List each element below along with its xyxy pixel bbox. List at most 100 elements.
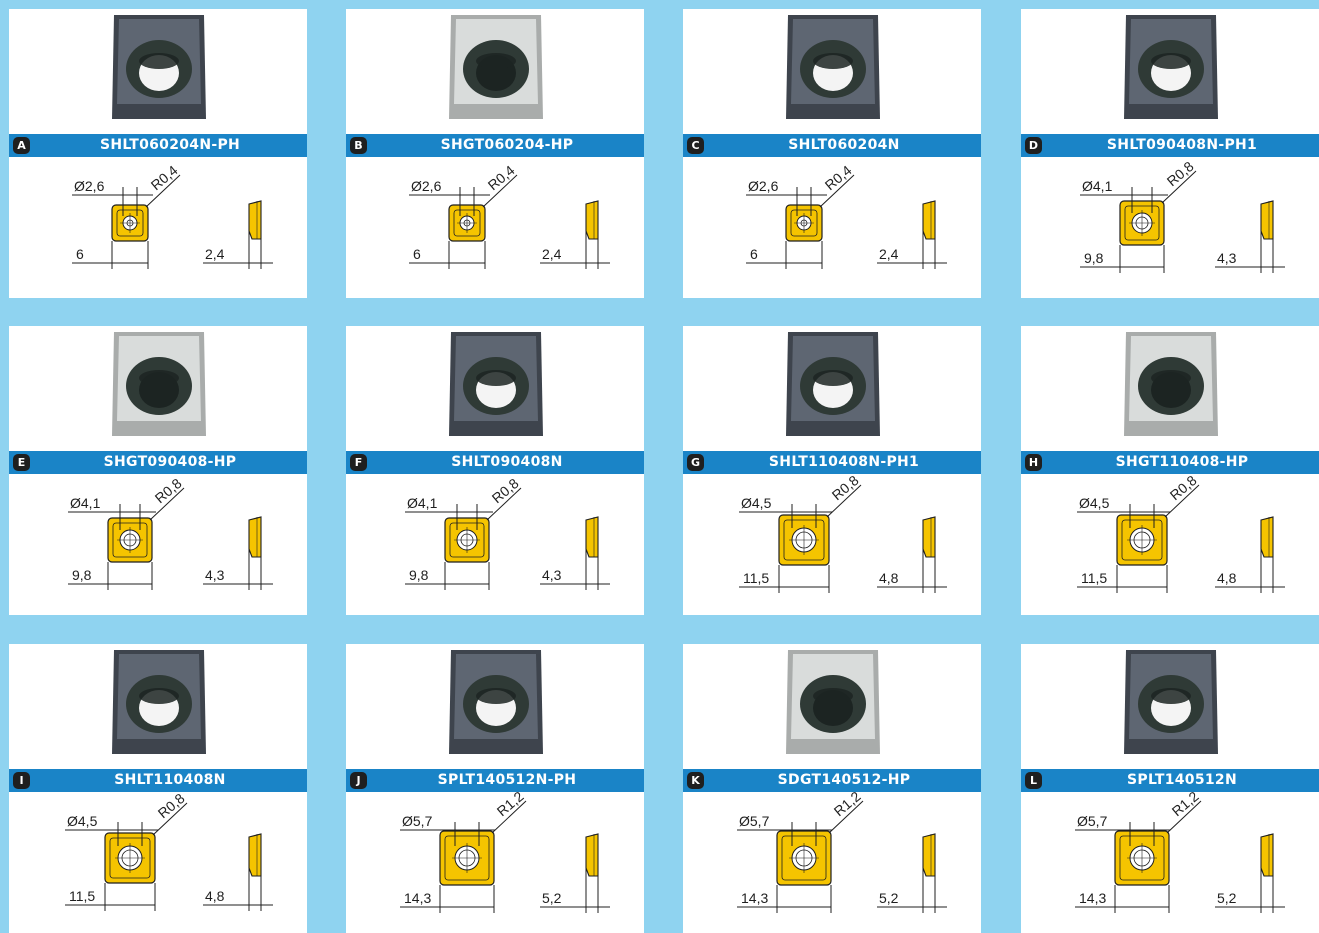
hole-diameter-label: Ø5,7: [1077, 813, 1108, 829]
hole-diameter-label: Ø5,7: [402, 813, 433, 829]
thickness-label: 5,2: [1217, 890, 1237, 906]
dimension-drawing: Ø4,1 R0,8 9,8 4,3: [68, 475, 273, 590]
insert-title-bar: A SHLT060204N-PH: [9, 134, 307, 157]
insert-side-view: [585, 516, 599, 558]
insert-size-label: 14,3: [404, 890, 431, 906]
insert-size-label: 9,8: [1084, 250, 1104, 266]
dimension-drawing: Ø5,7R1,214,3 5,2: [1075, 792, 1285, 913]
hole-shadow: [813, 370, 853, 386]
dimension-drawing: Ø5,7R1,214,3 5,2: [400, 792, 610, 913]
insert-photo: [786, 650, 880, 754]
thickness-label: 2,4: [542, 246, 562, 262]
dimension-drawing: Ø2,6 R0,4 6 2,4: [409, 162, 610, 269]
insert-size-label: 14,3: [1079, 890, 1106, 906]
insert-title-bar: F SHLT090408N: [346, 451, 644, 474]
insert-size-label: 9,8: [409, 567, 429, 583]
variant-letter-badge: I: [13, 772, 30, 789]
insert-code: SHLT060204N-PH: [99, 137, 241, 153]
insert-code: SHLT110408N: [114, 772, 226, 788]
variant-letter-badge: K: [687, 772, 704, 789]
variant-letter-badge: G: [687, 454, 704, 471]
insert-size-label: 6: [76, 246, 84, 262]
insert-size-label: 9,8: [72, 567, 92, 583]
thickness-label: 4,3: [1217, 250, 1237, 266]
thickness-label: 4,8: [1217, 570, 1237, 586]
insert-card-e: E SHGT090408-HP Ø4,1 R0,8 9,8 4,3: [9, 326, 307, 615]
thickness-label: 4,8: [879, 570, 899, 586]
insert-card-b: B SHGT060204-HP Ø2,6 R0,4 6 2,4: [346, 9, 644, 298]
hole-shadow: [476, 53, 516, 69]
insert-side-view: [922, 833, 936, 877]
hole-diameter-label: Ø4,5: [67, 813, 98, 829]
corner-radius-label: R0,4: [148, 162, 181, 193]
insert-side-view: [248, 833, 262, 877]
insert-card-d: D SHLT090408N-PH1 Ø4,1 R0,8 9,8 4,3: [1021, 9, 1319, 298]
insert-card-c: C SHLT060204N Ø2,6 R0,4 6 2,4: [683, 9, 981, 298]
variant-letter-badge: L: [1025, 772, 1042, 789]
insert-card-l: L SPLT140512N Ø5,7 R1,2 14,3 5,2: [1021, 644, 1319, 933]
insert-title-bar: G SHLT110408N-PH1: [683, 451, 981, 474]
insert-side-view: [1260, 516, 1274, 558]
insert-card-g: G SHLT110408N-PH1 Ø4,5 R0,8 11,5 4,8: [683, 326, 981, 615]
insert-code: SPLT140512N: [1127, 772, 1237, 788]
corner-radius-label: R0,8: [152, 475, 185, 506]
hole-shadow: [476, 370, 516, 386]
insert-card-j: J SPLT140512N-PH Ø5,7 R1,2 14,3 5,2: [346, 644, 644, 933]
insert-side-view: [1260, 833, 1274, 877]
corner-radius-label: R0,4: [485, 162, 518, 193]
insert-size-label: 11,5: [69, 888, 95, 904]
dimension-drawing: Ø4,5 R0,811,5 4,8: [739, 474, 947, 593]
insert-side-view: [922, 200, 936, 240]
insert-photo: [449, 650, 543, 754]
thickness-label: 2,4: [879, 246, 899, 262]
variant-letter-badge: D: [1025, 137, 1042, 154]
thickness-label: 5,2: [879, 890, 899, 906]
hole-diameter-label: Ø2,6: [748, 178, 779, 194]
insert-card-k: K SDGT140512-HP Ø5,7 R1,2 14,3 5,2: [683, 644, 981, 933]
insert-code: SHGT110408-HP: [1115, 454, 1249, 470]
insert-code: SPLT140512N-PH: [437, 772, 577, 788]
variant-letter-badge: J: [350, 772, 367, 789]
insert-title-bar: K SDGT140512-HP: [683, 769, 981, 792]
insert-side-view: [585, 833, 599, 877]
insert-title-bar: H SHGT110408-HP: [1021, 451, 1319, 474]
insert-photo: [112, 15, 206, 119]
insert-photo: [112, 332, 206, 436]
insert-photo: [786, 15, 880, 119]
corner-radius-label: R0,8: [489, 475, 522, 506]
corner-radius-label: R0,8: [1164, 158, 1197, 189]
hole-diameter-label: Ø4,5: [1079, 495, 1110, 511]
insert-photo: [786, 332, 880, 436]
insert-card-f: F SHLT090408N Ø4,1 R0,8 9,8 4,3: [346, 326, 644, 615]
insert-photo: [112, 650, 206, 754]
dimension-drawing: Ø5,7R1,214,3 5,2: [737, 792, 947, 913]
insert-size-label: 14,3: [741, 890, 768, 906]
hole-shadow: [813, 53, 853, 69]
corner-radius-label: R0,4: [822, 162, 855, 193]
variant-letter-badge: E: [13, 454, 30, 471]
insert-card-a: A SHLT060204N-PH Ø2,6 R0,4 6 2,4: [9, 9, 307, 298]
insert-title-bar: J SPLT140512N-PH: [346, 769, 644, 792]
hole-diameter-label: Ø4,5: [741, 495, 772, 511]
insert-side-view: [922, 516, 936, 558]
dimension-drawing: Ø4,5 R0,811,5 4,8: [65, 792, 273, 911]
insert-size-label: 11,5: [743, 570, 769, 586]
variant-letter-badge: B: [350, 137, 367, 154]
dimension-drawing: Ø4,5 R0,811,5 4,8: [1077, 474, 1285, 593]
hole-diameter-label: Ø4,1: [407, 495, 438, 511]
hole-diameter-label: Ø4,1: [1082, 178, 1113, 194]
insert-card-i: I SHLT110408N Ø4,5 R0,8 11,5 4,8: [9, 644, 307, 933]
hole-diameter-label: Ø2,6: [74, 178, 105, 194]
dimension-drawing: Ø2,6 R0,4 6 2,4: [746, 162, 947, 269]
variant-letter-badge: F: [350, 454, 367, 471]
insert-title-bar: C SHLT060204N: [683, 134, 981, 157]
insert-size-label: 6: [750, 246, 758, 262]
insert-photo: [449, 332, 543, 436]
insert-code: SDGT140512-HP: [777, 772, 911, 788]
thickness-label: 4,3: [205, 567, 225, 583]
insert-side-view: [248, 516, 262, 558]
insert-photo: [449, 15, 543, 119]
dimension-drawing: Ø4,1 R0,8 9,8 4,3: [405, 475, 610, 590]
thickness-label: 5,2: [542, 890, 562, 906]
hole-shadow: [476, 688, 516, 704]
